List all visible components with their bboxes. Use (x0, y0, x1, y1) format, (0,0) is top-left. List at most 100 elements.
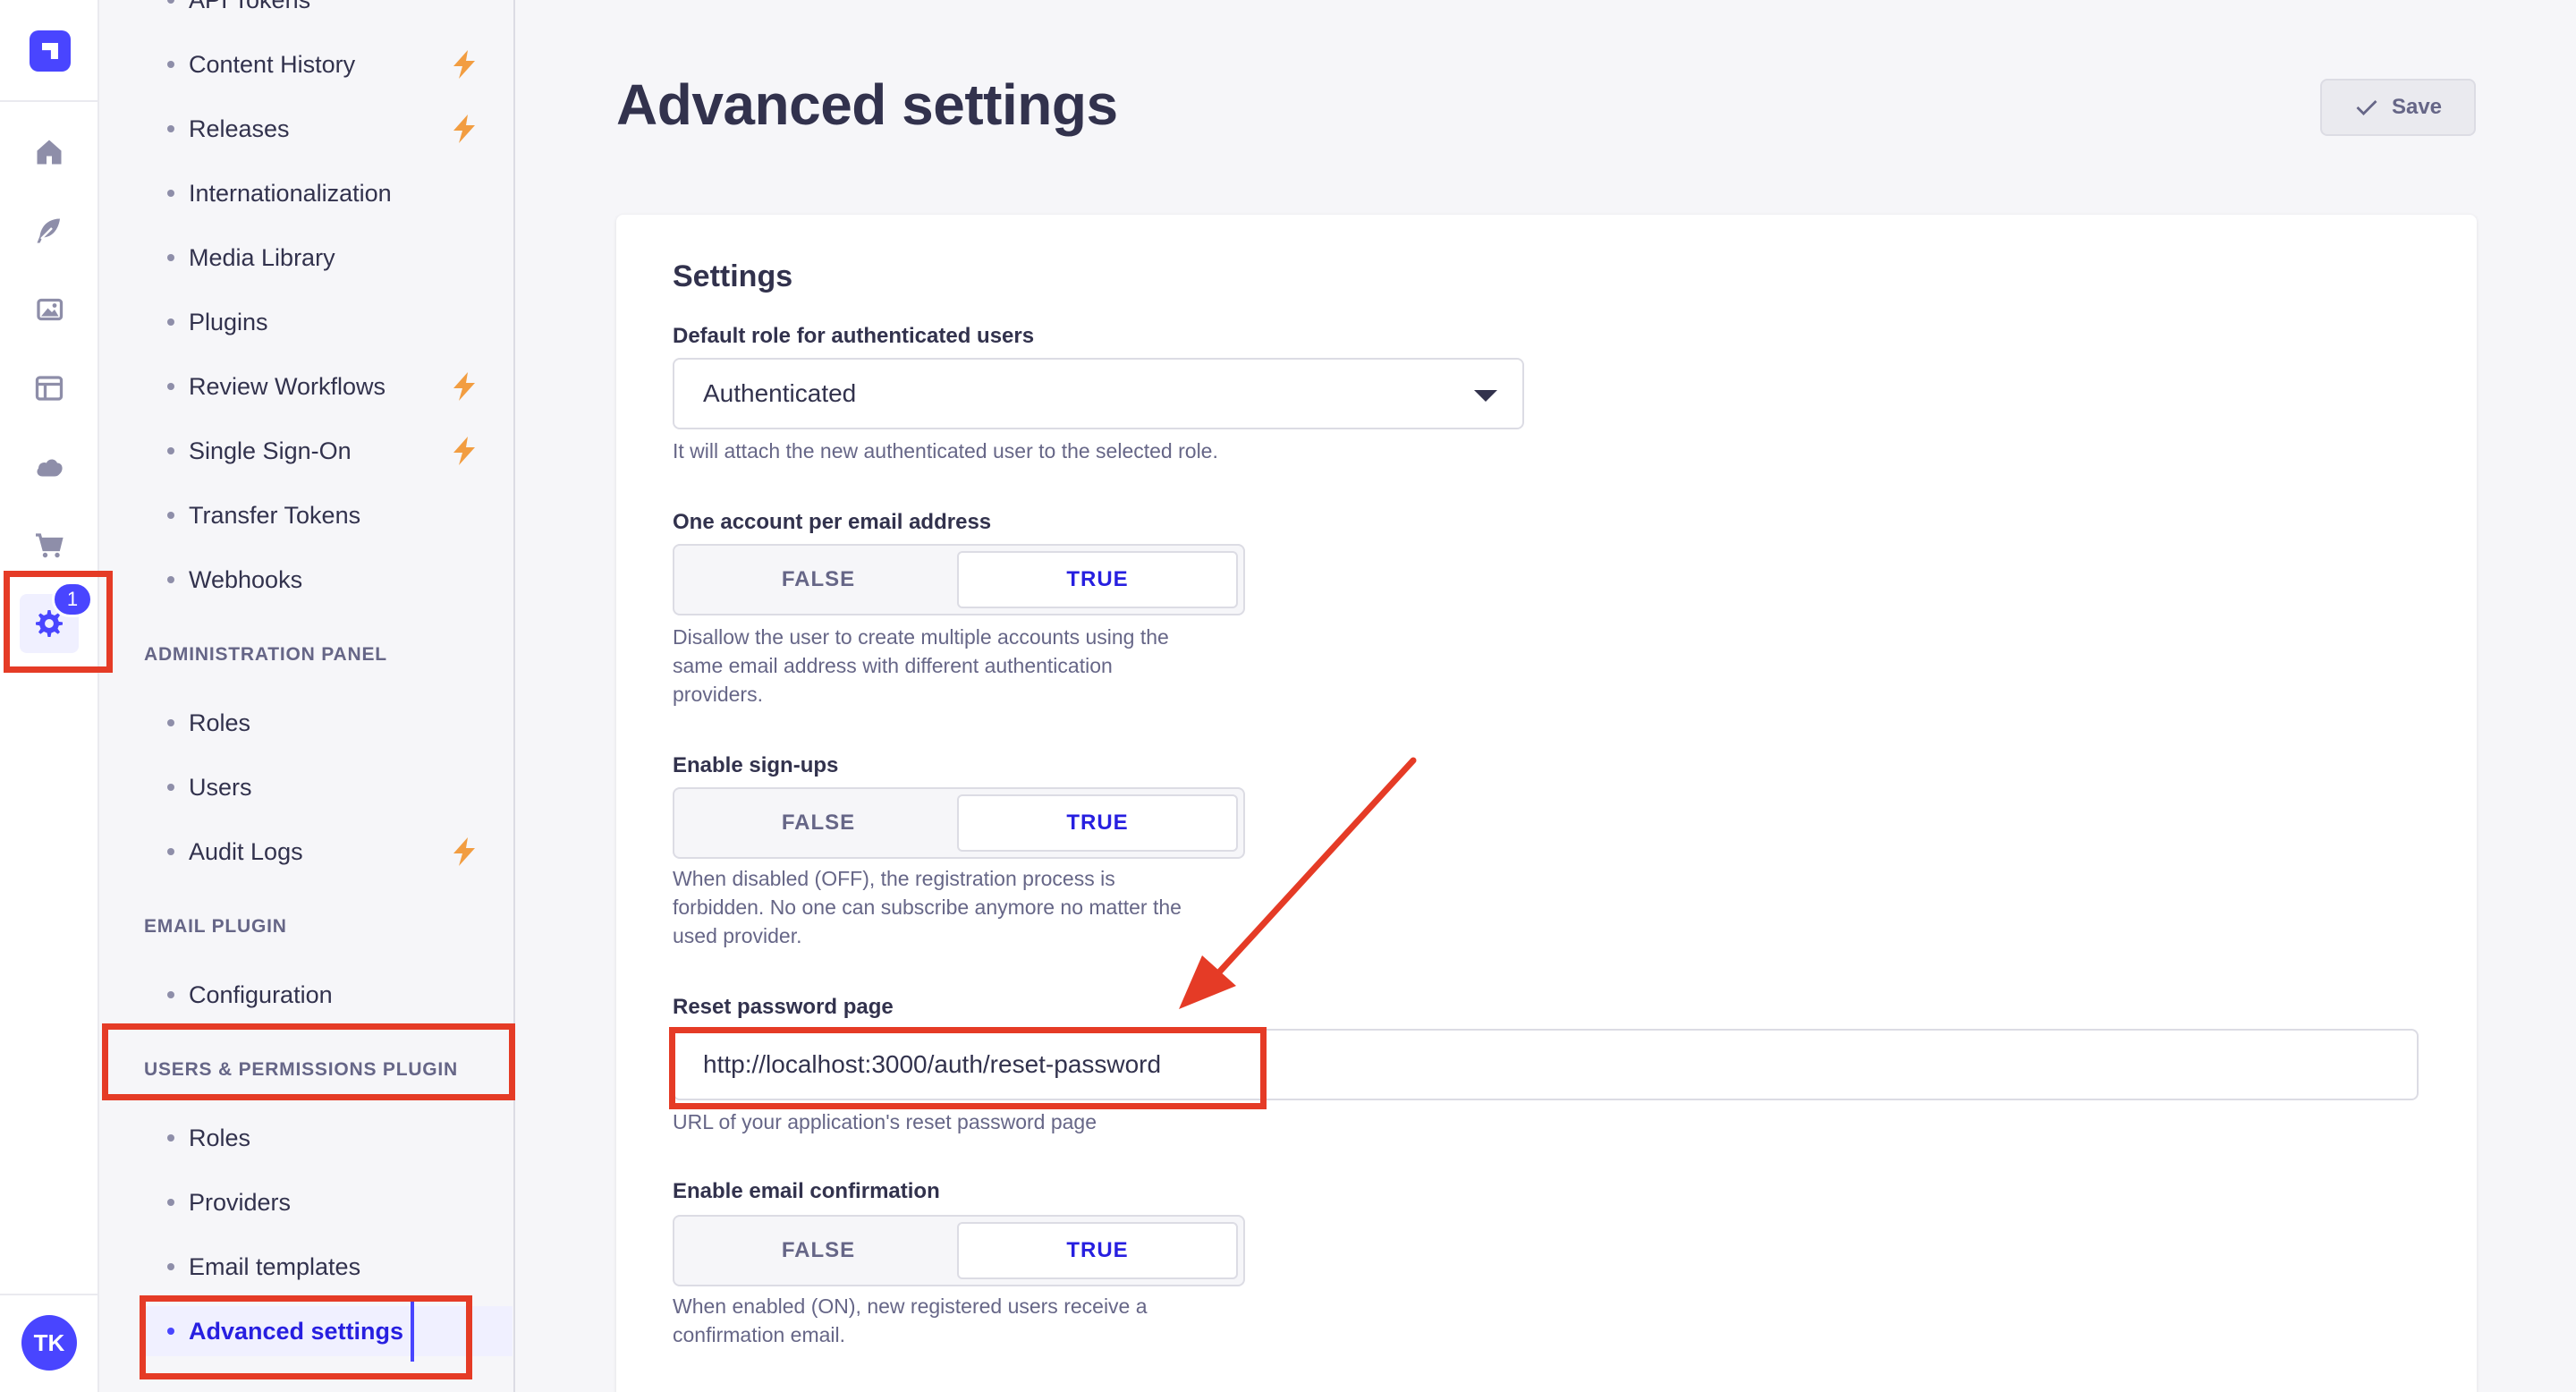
sidebar-item-audit-logs[interactable]: Audit Logs (157, 827, 514, 877)
sidebar-item-label: Providers (189, 1188, 292, 1216)
home-icon[interactable] (31, 134, 67, 170)
signups-label: Enable sign-ups (673, 753, 839, 777)
bullet-icon (167, 1263, 174, 1270)
default-role-value: Authenticated (703, 379, 857, 407)
toggle-true-option[interactable]: TRUE (957, 794, 1238, 852)
sidebar-item-label: Media Library (189, 243, 335, 271)
sidebar-item-label: Releases (189, 115, 290, 142)
media-icon[interactable] (31, 292, 67, 327)
cloud-icon[interactable] (31, 449, 67, 485)
sidebar-item-label: API Tokens (189, 0, 310, 14)
reset-password-label: Reset password page (673, 995, 894, 1019)
sidebar-item-content-history[interactable]: Content History (157, 39, 514, 89)
lightning-icon (453, 837, 475, 866)
caret-down-icon (1474, 390, 1497, 402)
sidebar-item-label: Audit Logs (189, 837, 303, 865)
check-icon (2356, 100, 2377, 115)
sidebar-item-plugins[interactable]: Plugins (157, 297, 514, 347)
logo-icon[interactable] (30, 30, 71, 72)
bullet-icon (167, 1199, 174, 1206)
sidebar-item-label: Roles (189, 1124, 251, 1151)
email-confirmation-toggle[interactable]: FALSE TRUE (673, 1215, 1245, 1286)
sidebar-item-releases[interactable]: Releases (157, 104, 514, 154)
one-account-hint: Disallow the user to create multiple acc… (673, 625, 1169, 706)
notification-badge: 1 (52, 581, 93, 617)
bullet-icon (167, 576, 174, 583)
section-administration-panel: ADMINISTRATION PANEL (144, 644, 387, 665)
reset-password-value: http://localhost:3000/auth/reset-passwor… (703, 1050, 1162, 1078)
sidebar-item-admin-roles[interactable]: Roles (157, 698, 514, 748)
bullet-icon (167, 383, 174, 390)
email-confirmation-label: Enable email confirmation (673, 1179, 940, 1203)
toggle-false-option[interactable]: FALSE (680, 1222, 957, 1279)
active-indicator (411, 1299, 414, 1362)
lightning-icon (453, 372, 475, 401)
signups-hint: When disabled (OFF), the registration pr… (673, 867, 1182, 947)
sidebar-item-providers[interactable]: Providers (157, 1177, 514, 1227)
bullet-icon (167, 125, 174, 132)
one-account-label: One account per email address (673, 510, 992, 534)
default-role-select[interactable]: Authenticated (673, 358, 1524, 429)
layout-icon[interactable] (31, 370, 67, 406)
sidebar-item-label: Roles (189, 709, 251, 736)
bullet-icon (167, 0, 174, 4)
bullet-icon (167, 318, 174, 326)
sidebar-item-review-workflows[interactable]: Review Workflows (157, 361, 514, 412)
sidebar-item-label: Advanced settings (189, 1317, 404, 1345)
sidebar-item-label: Webhooks (189, 565, 303, 593)
reset-password-input[interactable]: http://localhost:3000/auth/reset-passwor… (673, 1029, 2419, 1100)
sidebar-item-single-sign-on[interactable]: Single Sign-On (157, 426, 514, 476)
sidebar-item-label: Internationalization (189, 179, 392, 207)
bullet-icon (167, 190, 174, 197)
settings-sub-nav: API Tokens Content History Releases Inte… (99, 0, 515, 1392)
sidebar-item-webhooks[interactable]: Webhooks (157, 555, 514, 605)
sidebar-item-media-library[interactable]: Media Library (157, 233, 514, 283)
save-button-label: Save (2391, 95, 2443, 119)
sidebar-item-label: Email templates (189, 1252, 361, 1280)
sidebar-item-up-roles[interactable]: Roles (157, 1113, 514, 1163)
one-account-toggle[interactable]: FALSE TRUE (673, 544, 1245, 615)
toggle-false-option[interactable]: FALSE (680, 551, 957, 608)
sidebar-item-label: Users (189, 773, 252, 801)
section-users-permissions-plugin: USERS & PERMISSIONS PLUGIN (144, 1059, 459, 1080)
toggle-false-option[interactable]: FALSE (680, 794, 957, 852)
default-role-label: Default role for authenticated users (673, 324, 1035, 348)
sidebar-item-email-configuration[interactable]: Configuration (157, 970, 514, 1020)
save-button[interactable]: Save (2320, 79, 2476, 136)
sidebar-item-api-tokens[interactable]: API Tokens (157, 0, 514, 25)
bullet-icon (167, 254, 174, 261)
divider (0, 1294, 99, 1295)
page-title: Advanced settings (616, 72, 1118, 137)
bullet-icon (167, 719, 174, 726)
sidebar-item-label: Single Sign-On (189, 437, 352, 464)
lightning-icon (453, 115, 475, 143)
card-title: Settings (673, 259, 793, 293)
content-manager-icon[interactable] (31, 213, 67, 249)
bullet-icon (167, 1328, 174, 1335)
user-avatar[interactable]: TK (21, 1315, 77, 1371)
lightning-icon (453, 437, 475, 465)
toggle-true-option[interactable]: TRUE (957, 1222, 1238, 1279)
marketplace-icon[interactable] (31, 528, 67, 564)
sidebar-item-email-templates[interactable]: Email templates (157, 1242, 514, 1292)
sidebar-item-label: Plugins (189, 308, 268, 335)
sidebar-item-advanced-settings[interactable]: Advanced settings (144, 1306, 513, 1356)
signups-toggle[interactable]: FALSE TRUE (673, 787, 1245, 859)
bullet-icon (167, 61, 174, 68)
sidebar-item-admin-users[interactable]: Users (157, 762, 514, 812)
section-email-plugin: EMAIL PLUGIN (144, 916, 287, 937)
main-nav-rail: 1 TK (0, 0, 99, 1392)
sidebar-item-label: Configuration (189, 980, 333, 1008)
bullet-icon (167, 512, 174, 519)
sidebar-item-label: Review Workflows (189, 372, 386, 400)
sidebar-item-label: Transfer Tokens (189, 501, 361, 529)
default-role-hint: It will attach the new authenticated use… (673, 439, 1218, 463)
email-confirmation-hint: When enabled (ON), new registered users … (673, 1294, 1148, 1346)
sidebar-item-transfer-tokens[interactable]: Transfer Tokens (157, 490, 514, 540)
bullet-icon (167, 991, 174, 998)
bullet-icon (167, 848, 174, 855)
sidebar-item-internationalization[interactable]: Internationalization (157, 168, 514, 218)
sidebar-item-label: Content History (189, 50, 356, 78)
bullet-icon (167, 1134, 174, 1142)
toggle-true-option[interactable]: TRUE (957, 551, 1238, 608)
